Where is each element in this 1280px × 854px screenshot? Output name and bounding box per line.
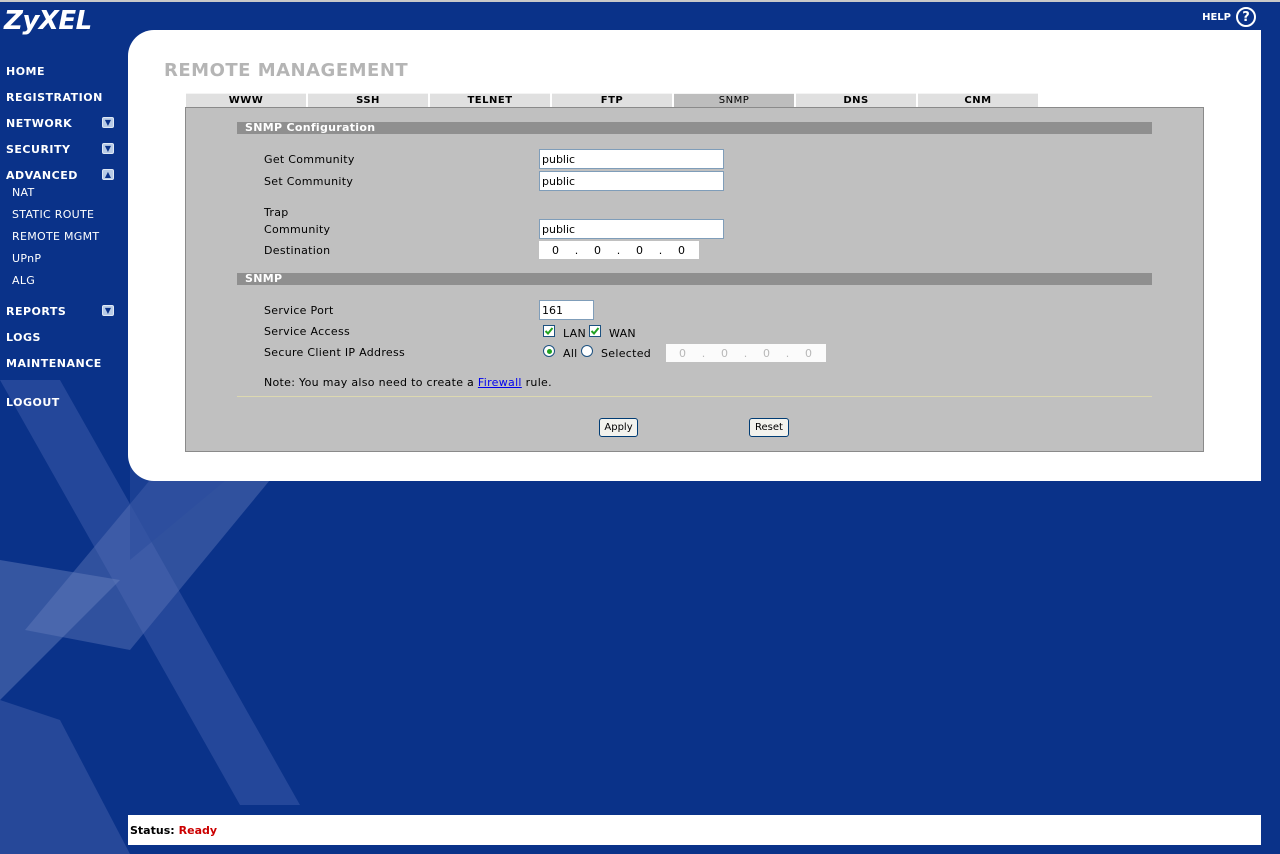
- snmp-header: SNMP: [237, 273, 1152, 285]
- help-icon: ?: [1236, 7, 1256, 27]
- nav-item-registration[interactable]: REGISTRATION: [6, 91, 103, 104]
- status-value: Ready: [178, 823, 218, 837]
- nav-item-reports[interactable]: REPORTS: [6, 305, 66, 318]
- nav-item-home[interactable]: HOME: [6, 65, 45, 78]
- destination-ip-octet-1[interactable]: 0: [539, 244, 572, 257]
- nav-subitem-alg[interactable]: ALG: [12, 274, 35, 287]
- tab-ssh[interactable]: SSH: [308, 93, 428, 107]
- all-label: All: [563, 347, 578, 360]
- get-community-input[interactable]: [539, 149, 724, 169]
- tab-dns[interactable]: DNS: [796, 93, 916, 107]
- trap-community-label: Community: [264, 223, 331, 236]
- secure-ip-octet-2[interactable]: 0: [708, 347, 741, 360]
- destination-ip-octet-2[interactable]: 0: [581, 244, 614, 257]
- lan-checkbox[interactable]: [543, 325, 555, 337]
- secure-ip-octet-1[interactable]: 0: [666, 347, 699, 360]
- help-label: HELP: [1202, 11, 1231, 23]
- destination-ip-octet-4[interactable]: 0: [665, 244, 698, 257]
- note-suffix: rule.: [521, 376, 552, 389]
- nav-item-advanced[interactable]: ADVANCED: [6, 169, 78, 182]
- nav-subitem-static-route[interactable]: STATIC ROUTE: [12, 208, 94, 221]
- ip-separator: .: [701, 346, 706, 360]
- destination-label: Destination: [264, 244, 331, 257]
- selected-label: Selected: [601, 347, 652, 360]
- tab-bar: WWW SSH TELNET FTP SNMP DNS CNM: [186, 93, 1040, 107]
- set-community-input[interactable]: [539, 171, 724, 191]
- destination-ip-input[interactable]: 0 . 0 . 0 . 0: [539, 241, 699, 259]
- nav-subitem-nat[interactable]: NAT: [12, 186, 35, 199]
- secure-ip-octet-3[interactable]: 0: [750, 347, 783, 360]
- status-label: Status:: [130, 823, 175, 837]
- divider: [237, 396, 1152, 397]
- note-prefix: Note: You may also need to create a: [264, 376, 478, 389]
- firewall-note: Note: You may also need to create a Fire…: [264, 376, 552, 389]
- selected-radio[interactable]: [581, 345, 593, 357]
- wan-checkbox[interactable]: [589, 325, 601, 337]
- tab-cnm[interactable]: CNM: [918, 93, 1038, 107]
- nav-item-logs[interactable]: LOGS: [6, 331, 41, 344]
- nav-subitem-remote-mgmt[interactable]: REMOTE MGMT: [12, 230, 99, 243]
- status-bar: Status: Ready: [128, 815, 1261, 845]
- reports-expand-icon[interactable]: ▼: [102, 305, 114, 316]
- checkmark-icon: [590, 327, 600, 335]
- snmp-configuration-header: SNMP Configuration: [237, 122, 1152, 134]
- wan-label: WAN: [609, 327, 636, 340]
- apply-button[interactable]: Apply: [599, 418, 638, 437]
- nav-item-network[interactable]: NETWORK: [6, 117, 72, 130]
- zyxel-logo: ZyXEL: [4, 6, 92, 36]
- ip-separator: .: [658, 243, 663, 257]
- firewall-link[interactable]: Firewall: [478, 376, 522, 389]
- top-border: [0, 0, 1280, 2]
- get-community-label: Get Community: [264, 153, 355, 166]
- tab-snmp[interactable]: SNMP: [674, 93, 794, 107]
- tab-ftp[interactable]: FTP: [552, 93, 672, 107]
- service-access-label: Service Access: [264, 325, 351, 338]
- secure-ip-octet-4[interactable]: 0: [792, 347, 825, 360]
- ip-separator: .: [616, 243, 621, 257]
- help-button[interactable]: HELP ?: [1202, 7, 1256, 27]
- lan-label: LAN: [563, 327, 587, 340]
- network-expand-icon[interactable]: ▼: [102, 117, 114, 128]
- tab-telnet[interactable]: TELNET: [430, 93, 550, 107]
- all-radio[interactable]: [543, 345, 555, 357]
- nav-item-security[interactable]: SECURITY: [6, 143, 70, 156]
- ip-separator: .: [743, 346, 748, 360]
- service-port-input[interactable]: [539, 300, 594, 320]
- advanced-collapse-icon[interactable]: ▲: [102, 169, 114, 180]
- reset-button[interactable]: Reset: [749, 418, 789, 437]
- secure-client-ip-input[interactable]: 0 . 0 . 0 . 0: [666, 344, 826, 362]
- set-community-label: Set Community: [264, 175, 354, 188]
- nav-item-logout[interactable]: LOGOUT: [6, 396, 60, 409]
- trap-community-input[interactable]: [539, 219, 724, 239]
- radio-selected-dot: [546, 348, 552, 354]
- secure-client-ip-label: Secure Client IP Address: [264, 346, 406, 359]
- page-title: REMOTE MANAGEMENT: [164, 60, 409, 81]
- destination-ip-octet-3[interactable]: 0: [623, 244, 656, 257]
- nav-item-maintenance[interactable]: MAINTENANCE: [6, 357, 102, 370]
- nav-subitem-upnp[interactable]: UPnP: [12, 252, 41, 265]
- ip-separator: .: [574, 243, 579, 257]
- security-expand-icon[interactable]: ▼: [102, 143, 114, 154]
- tab-www[interactable]: WWW: [186, 93, 306, 107]
- ip-separator: .: [785, 346, 790, 360]
- trap-label: Trap: [264, 206, 289, 219]
- service-port-label: Service Port: [264, 304, 334, 317]
- checkmark-icon: [544, 327, 554, 335]
